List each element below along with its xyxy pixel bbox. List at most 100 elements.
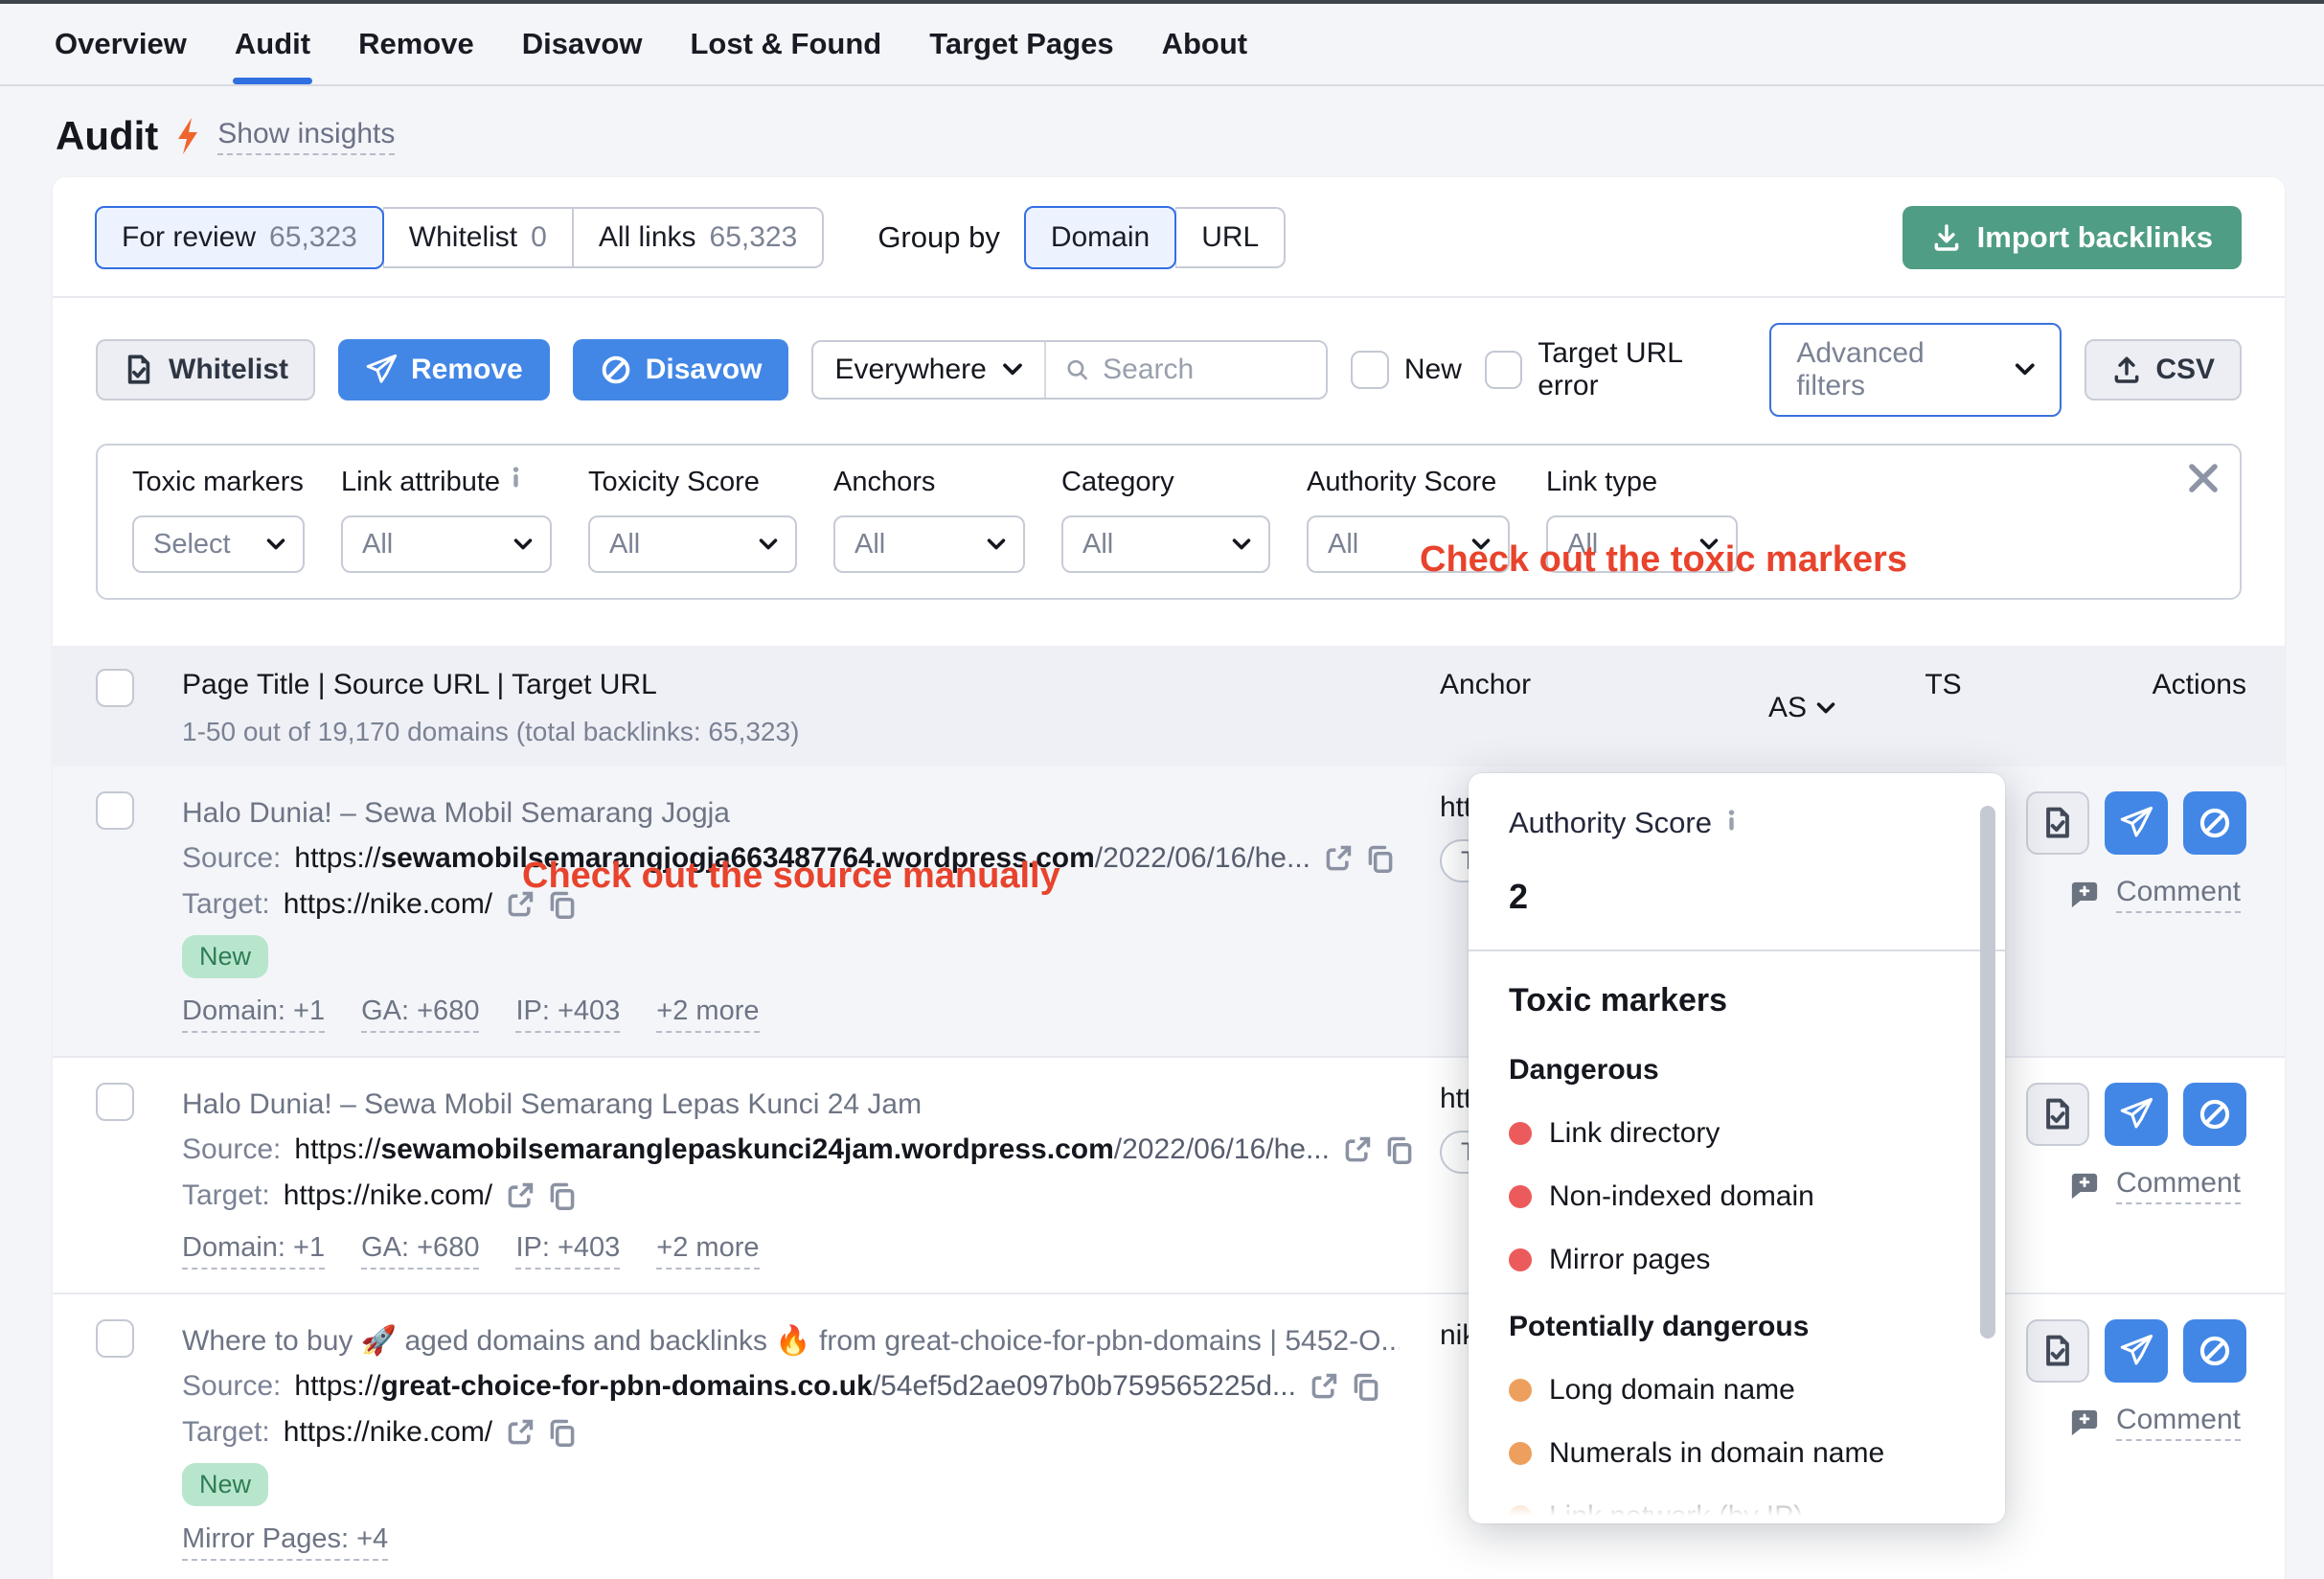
category-select[interactable]: All (1061, 515, 1270, 573)
row-actions: Comment (2017, 1083, 2246, 1270)
import-backlinks-label: Import backlinks (1977, 220, 2213, 255)
toxic-marker-item: Link directory (1509, 1117, 1961, 1150)
copy-icon[interactable] (548, 1181, 577, 1210)
row-checkbox[interactable] (96, 1083, 134, 1121)
source-url[interactable]: https://sewamobilsemaranglepaskunci24jam… (294, 1127, 1330, 1173)
link-attribute-select[interactable]: All (341, 515, 552, 573)
toxic-markers-select[interactable]: Select (132, 515, 305, 573)
nav-tab-about[interactable]: About (1160, 6, 1250, 82)
advanced-filters-dropdown[interactable]: Advanced filters (1769, 323, 2062, 417)
copy-icon[interactable] (1352, 1372, 1380, 1401)
segment-for-review[interactable]: For review 65,323 (95, 206, 384, 269)
comment-link[interactable]: Comment (2068, 1167, 2241, 1204)
domain-meta-link[interactable]: Domain: +1 (182, 1232, 325, 1270)
row-checkbox[interactable] (96, 1319, 134, 1358)
disavow-button[interactable]: Disavow (573, 339, 789, 400)
mirror-pages-meta-link[interactable]: Mirror Pages: +4 (182, 1523, 388, 1561)
external-link-icon[interactable] (506, 1181, 535, 1210)
target-url-error-filter[interactable]: Target URL error (1485, 337, 1746, 402)
ip-meta-link[interactable]: IP: +403 (515, 995, 620, 1033)
toxic-marker-item: Mirror pages (1509, 1244, 1961, 1276)
source-label: Source: (182, 1127, 281, 1173)
filter-label: Authority Score (1307, 467, 1510, 498)
domain-meta-link[interactable]: Domain: +1 (182, 995, 325, 1033)
popup-scrollbar[interactable] (1980, 806, 1995, 1339)
target-url[interactable]: https://nike.com/ (284, 1409, 492, 1455)
doc-check-icon (123, 354, 155, 386)
external-link-icon[interactable] (1324, 844, 1353, 873)
disavow-action-button[interactable] (2183, 1319, 2246, 1383)
annotation-source-note: Check out the source manually (522, 856, 1060, 897)
source-url[interactable]: https://great-choice-for-pbn-domains.co.… (294, 1363, 1296, 1409)
more-meta-link[interactable]: +2 more (656, 1232, 759, 1270)
segment-all-links[interactable]: All links 65,323 (573, 207, 824, 268)
remove-action-button[interactable] (2105, 791, 2168, 855)
copy-icon[interactable] (1366, 844, 1395, 873)
copy-icon[interactable] (548, 1418, 577, 1447)
export-csv-button[interactable]: CSV (2085, 339, 2242, 400)
import-backlinks-button[interactable]: Import backlinks (1902, 206, 2242, 269)
anchors-select[interactable]: All (833, 515, 1025, 573)
target-url[interactable]: https://nike.com/ (284, 881, 492, 927)
target-label: Target: (182, 1409, 270, 1455)
show-insights-link[interactable]: Show insights (217, 118, 395, 155)
sort-chevron-icon (1816, 701, 1835, 716)
disavow-action-button[interactable] (2183, 1083, 2246, 1146)
filter-label: Link attribute (341, 467, 552, 498)
group-by-url[interactable]: URL (1175, 207, 1286, 268)
view-bar: For review 65,323 Whitelist 0 All links … (53, 177, 2285, 296)
nav-tab-target-pages[interactable]: Target Pages (927, 6, 1115, 82)
chevron-down-icon (759, 538, 778, 552)
nav-tab-overview[interactable]: Overview (53, 6, 189, 82)
row-checkbox[interactable] (96, 791, 134, 830)
comment-label: Comment (2116, 1404, 2241, 1441)
comment-link[interactable]: Comment (2068, 1404, 2241, 1441)
search-input[interactable] (1103, 354, 1307, 386)
scope-dropdown[interactable]: Everywhere (813, 354, 1043, 386)
csv-label: CSV (2155, 354, 2215, 386)
new-checkbox[interactable] (1351, 351, 1389, 389)
nav-tab-remove[interactable]: Remove (356, 6, 476, 82)
comment-label: Comment (2116, 876, 2241, 913)
comment-link[interactable]: Comment (2068, 876, 2241, 913)
download-icon (1931, 222, 1962, 253)
filter-label: Link type (1546, 467, 1738, 498)
page-title: Audit (56, 113, 158, 159)
new-filter[interactable]: New (1351, 351, 1462, 389)
whitelist-button[interactable]: Whitelist (96, 339, 315, 400)
whitelist-action-button[interactable] (2026, 1319, 2089, 1383)
whitelist-label: Whitelist (169, 354, 288, 386)
whitelist-action-button[interactable] (2026, 1083, 2089, 1146)
more-meta-link[interactable]: +2 more (656, 995, 759, 1033)
ga-meta-link[interactable]: GA: +680 (361, 1232, 479, 1270)
remove-action-button[interactable] (2105, 1083, 2168, 1146)
nav-tab-lost-found[interactable]: Lost & Found (688, 6, 883, 82)
ga-meta-link[interactable]: GA: +680 (361, 995, 479, 1033)
close-icon[interactable] (2184, 459, 2222, 497)
external-link-icon[interactable] (1310, 1372, 1338, 1401)
toxicity-score-select[interactable]: All (588, 515, 797, 573)
nav-tab-disavow[interactable]: Disavow (520, 6, 645, 82)
danger-dot (1509, 1185, 1532, 1208)
external-link-icon[interactable] (1343, 1135, 1372, 1164)
target-line: Target: https://nike.com/ (182, 1409, 1400, 1455)
external-link-icon[interactable] (506, 1418, 535, 1447)
new-badge: New (182, 935, 268, 978)
select-all-checkbox[interactable] (96, 669, 134, 707)
remove-action-button[interactable] (2105, 1319, 2168, 1383)
disavow-action-button[interactable] (2183, 791, 2246, 855)
group-by-domain[interactable]: Domain (1024, 206, 1176, 269)
ip-meta-link[interactable]: IP: +403 (515, 1232, 620, 1270)
target-url[interactable]: https://nike.com/ (284, 1173, 492, 1219)
whitelist-action-button[interactable] (2026, 791, 2089, 855)
target-line: Target: https://nike.com/ (182, 1173, 1400, 1219)
target-url-error-checkbox[interactable] (1485, 351, 1522, 389)
as-column-header[interactable]: AS (1735, 669, 1869, 747)
toolbar: Whitelist Remove Disavow Everywhere New (53, 298, 2285, 440)
remove-label: Remove (411, 354, 523, 386)
filter-toxicity-score: Toxicity Score All (588, 467, 797, 573)
nav-tab-audit[interactable]: Audit (233, 6, 312, 82)
chevron-down-icon (1232, 538, 1251, 552)
remove-button[interactable]: Remove (338, 339, 550, 400)
segment-whitelist[interactable]: Whitelist 0 (383, 207, 573, 268)
